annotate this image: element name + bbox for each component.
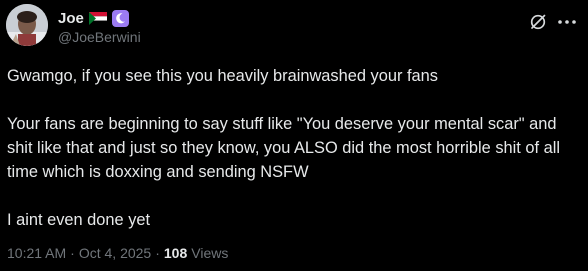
timestamp-date[interactable]: Oct 4, 2025 xyxy=(79,245,151,261)
meta-separator: · xyxy=(70,245,75,261)
avatar[interactable] xyxy=(6,4,48,46)
grok-icon xyxy=(530,14,546,30)
more-horizontal-icon xyxy=(558,20,576,24)
views-label: Views xyxy=(191,245,229,261)
more-button[interactable] xyxy=(556,12,578,32)
grok-button[interactable] xyxy=(528,12,548,32)
tweet: Joe @JoeBerwini Gwamgo, if you see this … xyxy=(0,0,588,271)
meta-separator: · xyxy=(155,245,160,261)
tweet-meta: 10:21 AM · Oct 4, 2025 · 108 Views xyxy=(7,245,228,261)
tweet-paragraph: I aint even done yet xyxy=(7,211,151,229)
display-name[interactable]: Joe xyxy=(58,10,84,27)
name-row: Joe xyxy=(58,8,129,28)
tweet-header: Joe @JoeBerwini xyxy=(6,4,578,50)
views-count[interactable]: 108 xyxy=(164,245,187,261)
avatar-image xyxy=(6,4,48,46)
tweet-paragraph: Gwamgo, if you see this you heavily brai… xyxy=(7,67,438,85)
moon-badge-icon xyxy=(111,9,129,27)
tweet-paragraph: Your fans are beginning to say stuff lik… xyxy=(7,115,565,181)
sudan-flag-icon xyxy=(88,11,107,25)
tweet-text: Gwamgo, if you see this you heavily brai… xyxy=(7,64,579,232)
handle[interactable]: @JoeBerwini xyxy=(58,29,141,45)
timestamp-time[interactable]: 10:21 AM xyxy=(7,245,66,261)
